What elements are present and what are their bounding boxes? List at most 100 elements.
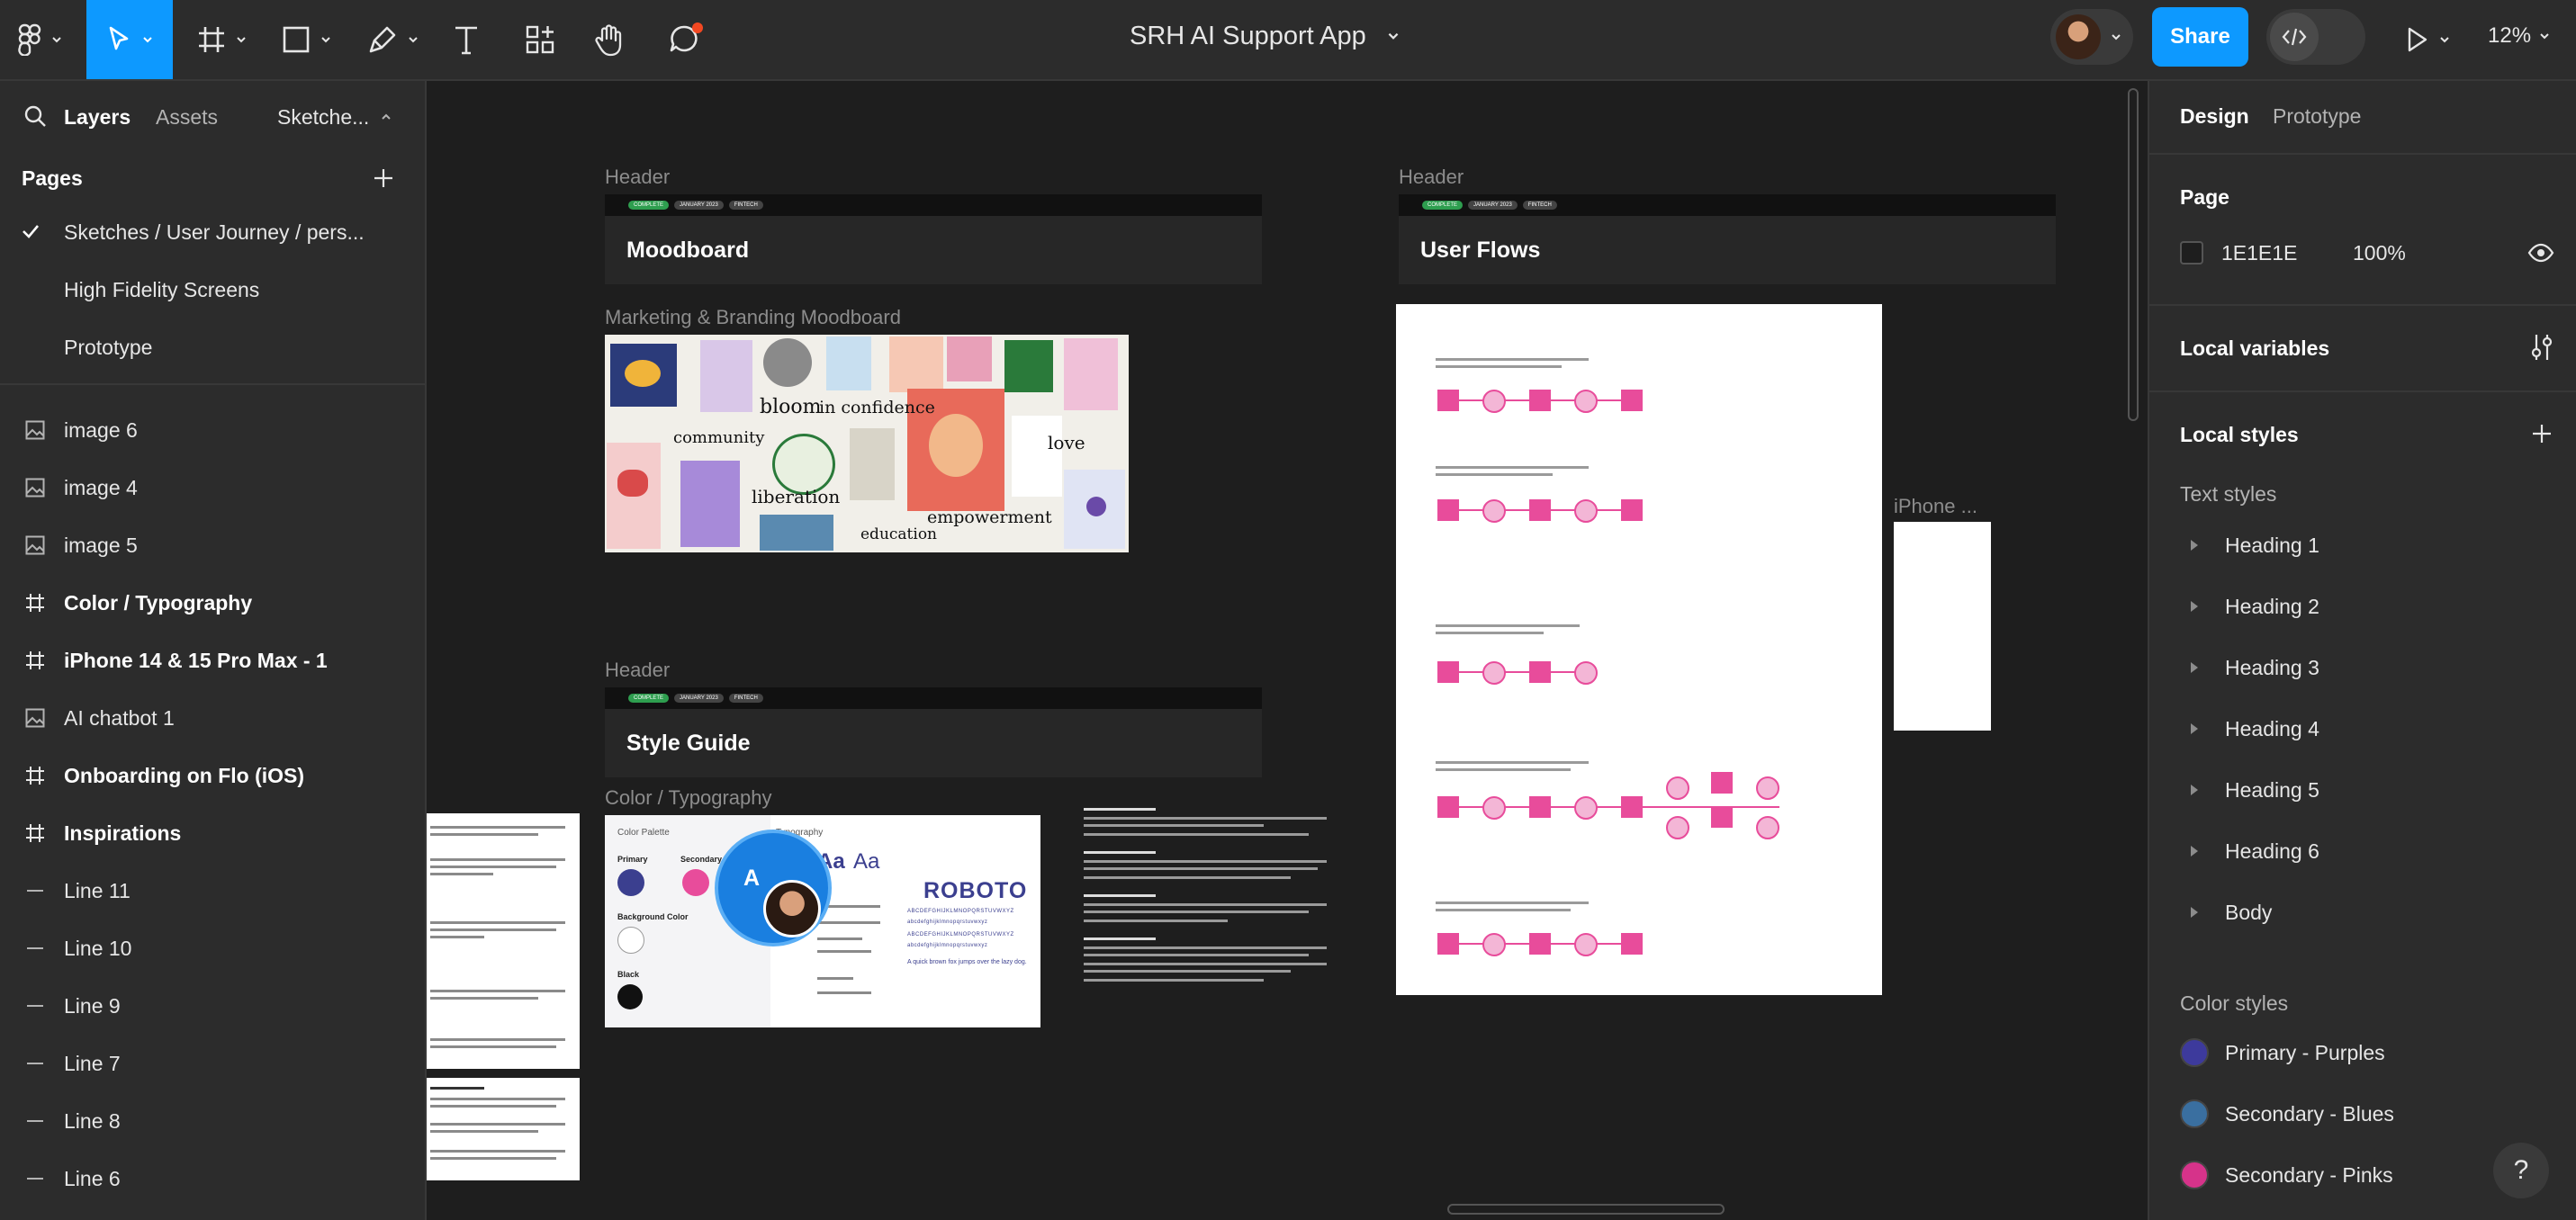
layer-item[interactable]: Line 9 [0,977,425,1035]
layer-item[interactable]: image 6 [0,401,425,459]
color-style-item[interactable]: Primary - Purples [2149,1022,2576,1083]
moodboard-image[interactable]: bloom in confidence community liberation… [605,335,1129,552]
flow-caption [1436,365,1562,368]
frame-label[interactable]: Marketing & Branding Moodboard [605,306,901,329]
layer-item[interactable]: Line 7 [0,1035,425,1092]
expand-icon [2191,907,2198,918]
heading-guide-text[interactable] [1075,801,1336,1017]
flow-node [1529,390,1551,411]
variables-icon[interactable] [2529,333,2554,362]
chevron-down-icon [1388,32,1399,40]
text-style-item[interactable]: Heading 1 [2149,515,2576,576]
iphone-frame[interactable] [1894,522,1991,731]
layer-item[interactable]: Color / Typography [0,574,425,632]
layer-label: Line 11 [64,878,131,902]
horizontal-scrollbar[interactable] [1447,1204,1725,1215]
page-color-swatch[interactable] [2180,241,2203,265]
main-menu-button[interactable] [13,0,68,79]
moodboard-word: community [673,428,765,447]
chevron-up-icon [382,113,391,120]
shape-tool-button[interactable] [275,0,338,79]
text-style-item[interactable]: Heading 2 [2149,576,2576,637]
layer-item[interactable]: image 5 [0,516,425,574]
color-typography-frame[interactable]: Color Palette Primary Secondary Backgrou… [605,815,1040,1027]
file-title-button[interactable]: SRH AI Support App [1130,0,1401,72]
page-item[interactable]: High Fidelity Screens [0,261,425,318]
text-line [1084,919,1228,922]
secondary-swatch [682,869,709,896]
frame-label[interactable]: iPhone ... [1894,495,1977,518]
text-style-item[interactable]: Body [2149,882,2576,943]
tab-layers[interactable]: Layers [64,105,131,130]
multiplayer-avatar-button[interactable] [2050,9,2133,65]
tab-assets[interactable]: Assets [156,105,218,130]
layer-item[interactable]: Inspirations [0,804,425,862]
add-style-icon[interactable] [2531,423,2553,444]
frame-label[interactable]: Header [605,166,670,189]
header-frame-user-flows[interactable]: COMPLETE JANUARY 2023 FINTECH User Flows [1399,194,2056,284]
layer-item[interactable]: AI chatbot 1 [0,689,425,747]
collaborator-avatar[interactable]: A [715,830,832,946]
layer-item[interactable]: iPhone 14 & 15 Pro Max - 1 [0,632,425,689]
frame-tool-button[interactable] [191,0,254,79]
code-icon [2270,13,2319,61]
frame-label[interactable]: Color / Typography [605,786,771,810]
page-item[interactable]: Prototype [0,318,425,376]
text-tool-button[interactable] [446,0,486,79]
header-frame-moodboard[interactable]: COMPLETE JANUARY 2023 FINTECH Moodboard [605,194,1262,284]
tab-design[interactable]: Design [2180,104,2249,129]
header-frame-style-guide[interactable]: COMPLETE JANUARY 2023 FINTECH Style Guid… [605,687,1262,777]
search-icon[interactable] [23,104,47,128]
hand-tool-button[interactable] [590,0,630,79]
text-style-item[interactable]: Heading 6 [2149,821,2576,882]
text-style-item[interactable]: Heading 5 [2149,759,2576,821]
layer-item[interactable]: Line 10 [0,919,425,977]
color-guide-card[interactable] [427,813,580,1069]
move-tool-button[interactable] [86,0,173,79]
zoom-menu-button[interactable]: 12% [2488,0,2551,72]
present-button[interactable] [2401,0,2455,79]
local-variables-section[interactable]: Local variables [2149,304,2576,392]
flow-node [1666,816,1689,839]
frame-label[interactable]: Header [605,659,670,682]
pen-tool-button[interactable] [362,0,425,79]
layer-item[interactable]: Line 6 [0,1150,425,1207]
page-color-value[interactable]: 1E1E1E [2221,241,2297,265]
header-strip: COMPLETE JANUARY 2023 FINTECH [605,194,1262,216]
layer-item[interactable]: Line 11 [0,862,425,919]
category-pill: FINTECH [728,694,763,703]
tab-prototype[interactable]: Prototype [2273,104,2361,129]
flow-node [1437,933,1459,955]
color-style-item[interactable]: Secondary - Blues [2149,1083,2576,1144]
page-item[interactable]: Sketches / User Journey / pers... [0,203,425,261]
date-pill: JANUARY 2023 [1468,201,1518,210]
layer-item[interactable]: Line 8 [0,1092,425,1150]
add-page-icon[interactable] [373,167,394,189]
user-flows-frame[interactable] [1396,304,1882,995]
text-style-label: Heading 3 [2225,655,2319,679]
canvas[interactable]: Header Header Header COMPLETE JANUARY 20… [427,81,2148,1220]
comment-tool-button[interactable] [662,0,709,79]
dev-mode-toggle[interactable] [2266,9,2365,65]
frame-label[interactable]: Header [1399,166,1464,189]
layer-item[interactable]: Onboarding on Flo (iOS) [0,747,425,804]
text-line [1084,911,1309,913]
eye-icon[interactable] [2527,243,2554,263]
current-page-dropdown[interactable]: Sketche... [277,105,392,130]
text-style-item[interactable]: Heading 4 [2149,698,2576,759]
share-button[interactable]: Share [2152,7,2248,67]
layer-label: AI chatbot 1 [64,705,175,730]
text-style-item[interactable]: Heading 3 [2149,637,2576,698]
flow-node [1529,933,1551,955]
color-swatch [2180,1099,2209,1128]
help-button[interactable]: ? [2493,1143,2549,1198]
page-opacity-value[interactable]: 100% [2353,241,2406,265]
color-guide-card[interactable] [427,1078,580,1180]
page-section: Page 1E1E1E 100% [2149,153,2576,306]
chevron-down-icon [143,37,152,43]
layer-item[interactable]: image 4 [0,459,425,516]
vertical-scrollbar[interactable] [2128,88,2139,421]
background-swatch [617,927,644,954]
resources-button[interactable] [520,0,560,79]
header-title: User Flows [1420,238,1541,263]
